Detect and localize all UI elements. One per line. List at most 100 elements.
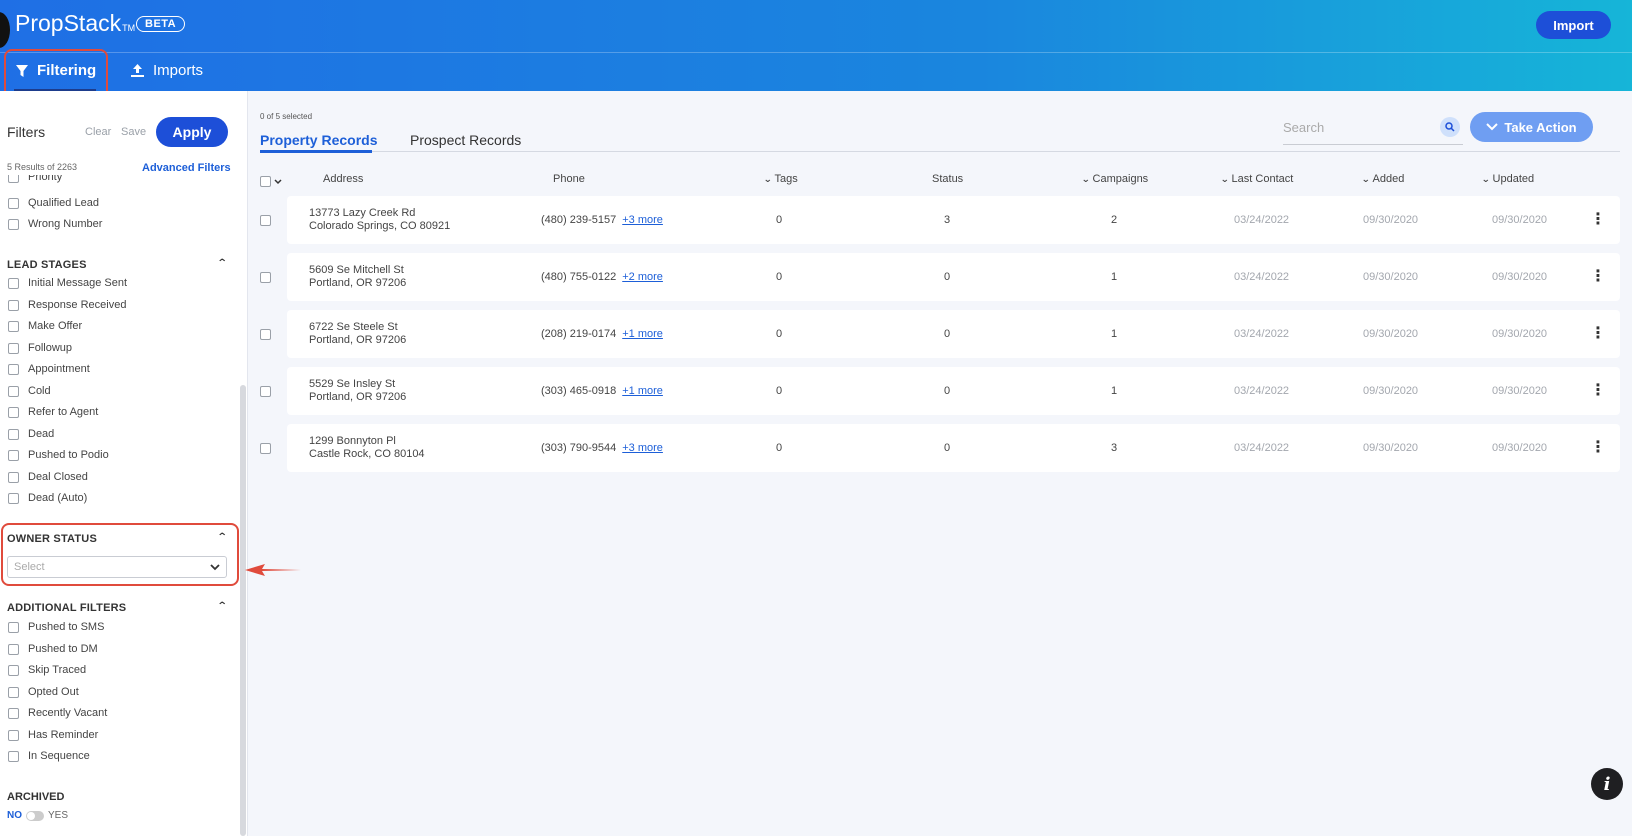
search-input[interactable]: Search [1283,117,1463,145]
tab-prospect-records[interactable]: Prospect Records [410,132,521,148]
filter-lead-stage[interactable]: Dead (Auto) [8,492,87,504]
checkbox[interactable] [8,428,19,440]
row-checkbox[interactable] [260,215,271,226]
filter-priority[interactable]: Priority [8,175,62,183]
table-row[interactable] [287,196,1620,244]
checkbox[interactable] [8,218,19,230]
row-updated: 09/30/2020 [1492,328,1548,340]
filter-qualified-lead[interactable]: Qualified Lead [8,197,99,209]
column-phone[interactable]: Phone [553,173,585,185]
row-updated: 09/30/2020 [1492,214,1548,226]
sidebar-scrollbar[interactable] [240,385,246,836]
column-added[interactable]: ⌄ Added [1361,173,1404,185]
row-phone: (208) 219-0174 +1 more [541,328,663,340]
filter-wrong-number[interactable]: Wrong Number [8,218,102,230]
filter-lead-stage[interactable]: Refer to Agent [8,406,98,418]
checkbox[interactable] [8,621,19,633]
table-row[interactable] [287,310,1620,358]
table-row[interactable] [287,253,1620,301]
tab-property-records[interactable]: Property Records [260,132,377,148]
checkbox[interactable] [8,492,19,504]
row-checkbox[interactable] [260,386,271,397]
more-phones-link[interactable]: +1 more [622,385,663,397]
column-label: Updated [1492,173,1535,185]
filter-lead-stage[interactable]: Deal Closed [8,471,88,483]
checkbox[interactable] [8,729,19,741]
row-campaigns: 3 [1111,442,1118,454]
filter-lead-stage[interactable]: Initial Message Sent [8,277,127,289]
filter-label: Dead [28,428,55,440]
checkbox[interactable] [8,750,19,762]
filter-additional[interactable]: Opted Out [8,686,79,698]
info-icon[interactable]: i [1591,768,1623,800]
checkbox[interactable] [8,277,19,289]
more-options-icon[interactable]: ⋮ [1590,437,1606,457]
checkbox[interactable] [8,707,19,719]
checkbox[interactable] [8,643,19,655]
checkbox[interactable] [8,342,19,354]
filter-additional[interactable]: Recently Vacant [8,707,107,719]
filter-lead-stage[interactable]: Dead [8,428,54,440]
checkbox[interactable] [8,385,19,397]
more-options-icon[interactable]: ⋮ [1590,266,1606,286]
filter-lead-stage[interactable]: Cold [8,385,51,397]
more-options-icon[interactable]: ⋮ [1590,323,1606,343]
checkbox[interactable] [8,449,19,461]
search-icon[interactable] [1440,117,1460,137]
row-checkbox[interactable] [260,272,271,283]
checkbox[interactable] [8,471,19,483]
row-checkbox[interactable] [260,443,271,454]
checkbox[interactable] [8,320,19,332]
clear-link[interactable]: Clear [85,126,111,138]
advanced-filters-link[interactable]: Advanced Filters [142,162,231,174]
checkbox[interactable] [8,664,19,676]
apply-button[interactable]: Apply [156,117,228,147]
column-last-contact[interactable]: ⌄ Last Contact [1220,173,1293,185]
filter-lead-stage[interactable]: Response Received [8,299,126,311]
checkbox[interactable] [8,299,19,311]
filter-lead-stage[interactable]: Make Offer [8,320,82,332]
table-row[interactable] [287,367,1620,415]
filter-lead-stage[interactable]: Appointment [8,363,90,375]
chevron-up-icon[interactable]: ⌃ [217,601,228,612]
column-updated[interactable]: ⌄ Updated [1481,173,1535,185]
filter-additional[interactable]: Has Reminder [8,729,98,741]
more-phones-link[interactable]: +1 more [622,328,663,340]
checkbox[interactable] [8,197,19,209]
column-status[interactable]: Status [932,173,963,185]
row-address: 6722 Se Steele St Portland, OR 97206 [309,321,406,347]
filter-lead-stage[interactable]: Followup [8,342,72,354]
more-phones-link[interactable]: +2 more [622,271,663,283]
tab-imports[interactable]: Imports [130,62,203,79]
more-options-icon[interactable]: ⋮ [1590,209,1606,229]
filter-label: Make Offer [28,320,83,332]
table-row[interactable] [287,424,1620,472]
import-button[interactable]: Import [1536,11,1611,39]
more-options-icon[interactable]: ⋮ [1590,380,1606,400]
checkbox[interactable] [8,175,19,183]
avatar[interactable] [0,12,10,48]
archived-toggle[interactable] [26,810,44,821]
save-link[interactable]: Save [121,126,146,138]
archived-no-label: NO [7,810,22,821]
filter-additional[interactable]: Pushed to SMS [8,621,104,633]
row-checkbox[interactable] [260,329,271,340]
select-all-checkbox[interactable] [260,176,271,187]
take-action-button[interactable]: Take Action [1470,112,1593,142]
column-campaigns[interactable]: ⌄ Campaigns [1081,173,1148,185]
checkbox[interactable] [8,406,19,418]
app-header: PropStack TM BETA Import Filtering Import… [0,0,1632,91]
filter-additional[interactable]: In Sequence [8,750,90,762]
column-tags[interactable]: ⌄ Tags [763,173,798,185]
more-phones-link[interactable]: +3 more [622,214,663,226]
column-address[interactable]: Address [323,173,363,185]
filter-label: Refer to Agent [28,406,99,418]
filter-lead-stage[interactable]: Pushed to Podio [8,449,109,461]
more-phones-link[interactable]: +3 more [622,442,663,454]
chevron-up-icon[interactable]: ⌃ [217,258,228,269]
select-all[interactable] [260,176,282,187]
filter-additional[interactable]: Pushed to DM [8,643,98,655]
checkbox[interactable] [8,363,19,375]
checkbox[interactable] [8,686,19,698]
filter-additional[interactable]: Skip Traced [8,664,86,676]
